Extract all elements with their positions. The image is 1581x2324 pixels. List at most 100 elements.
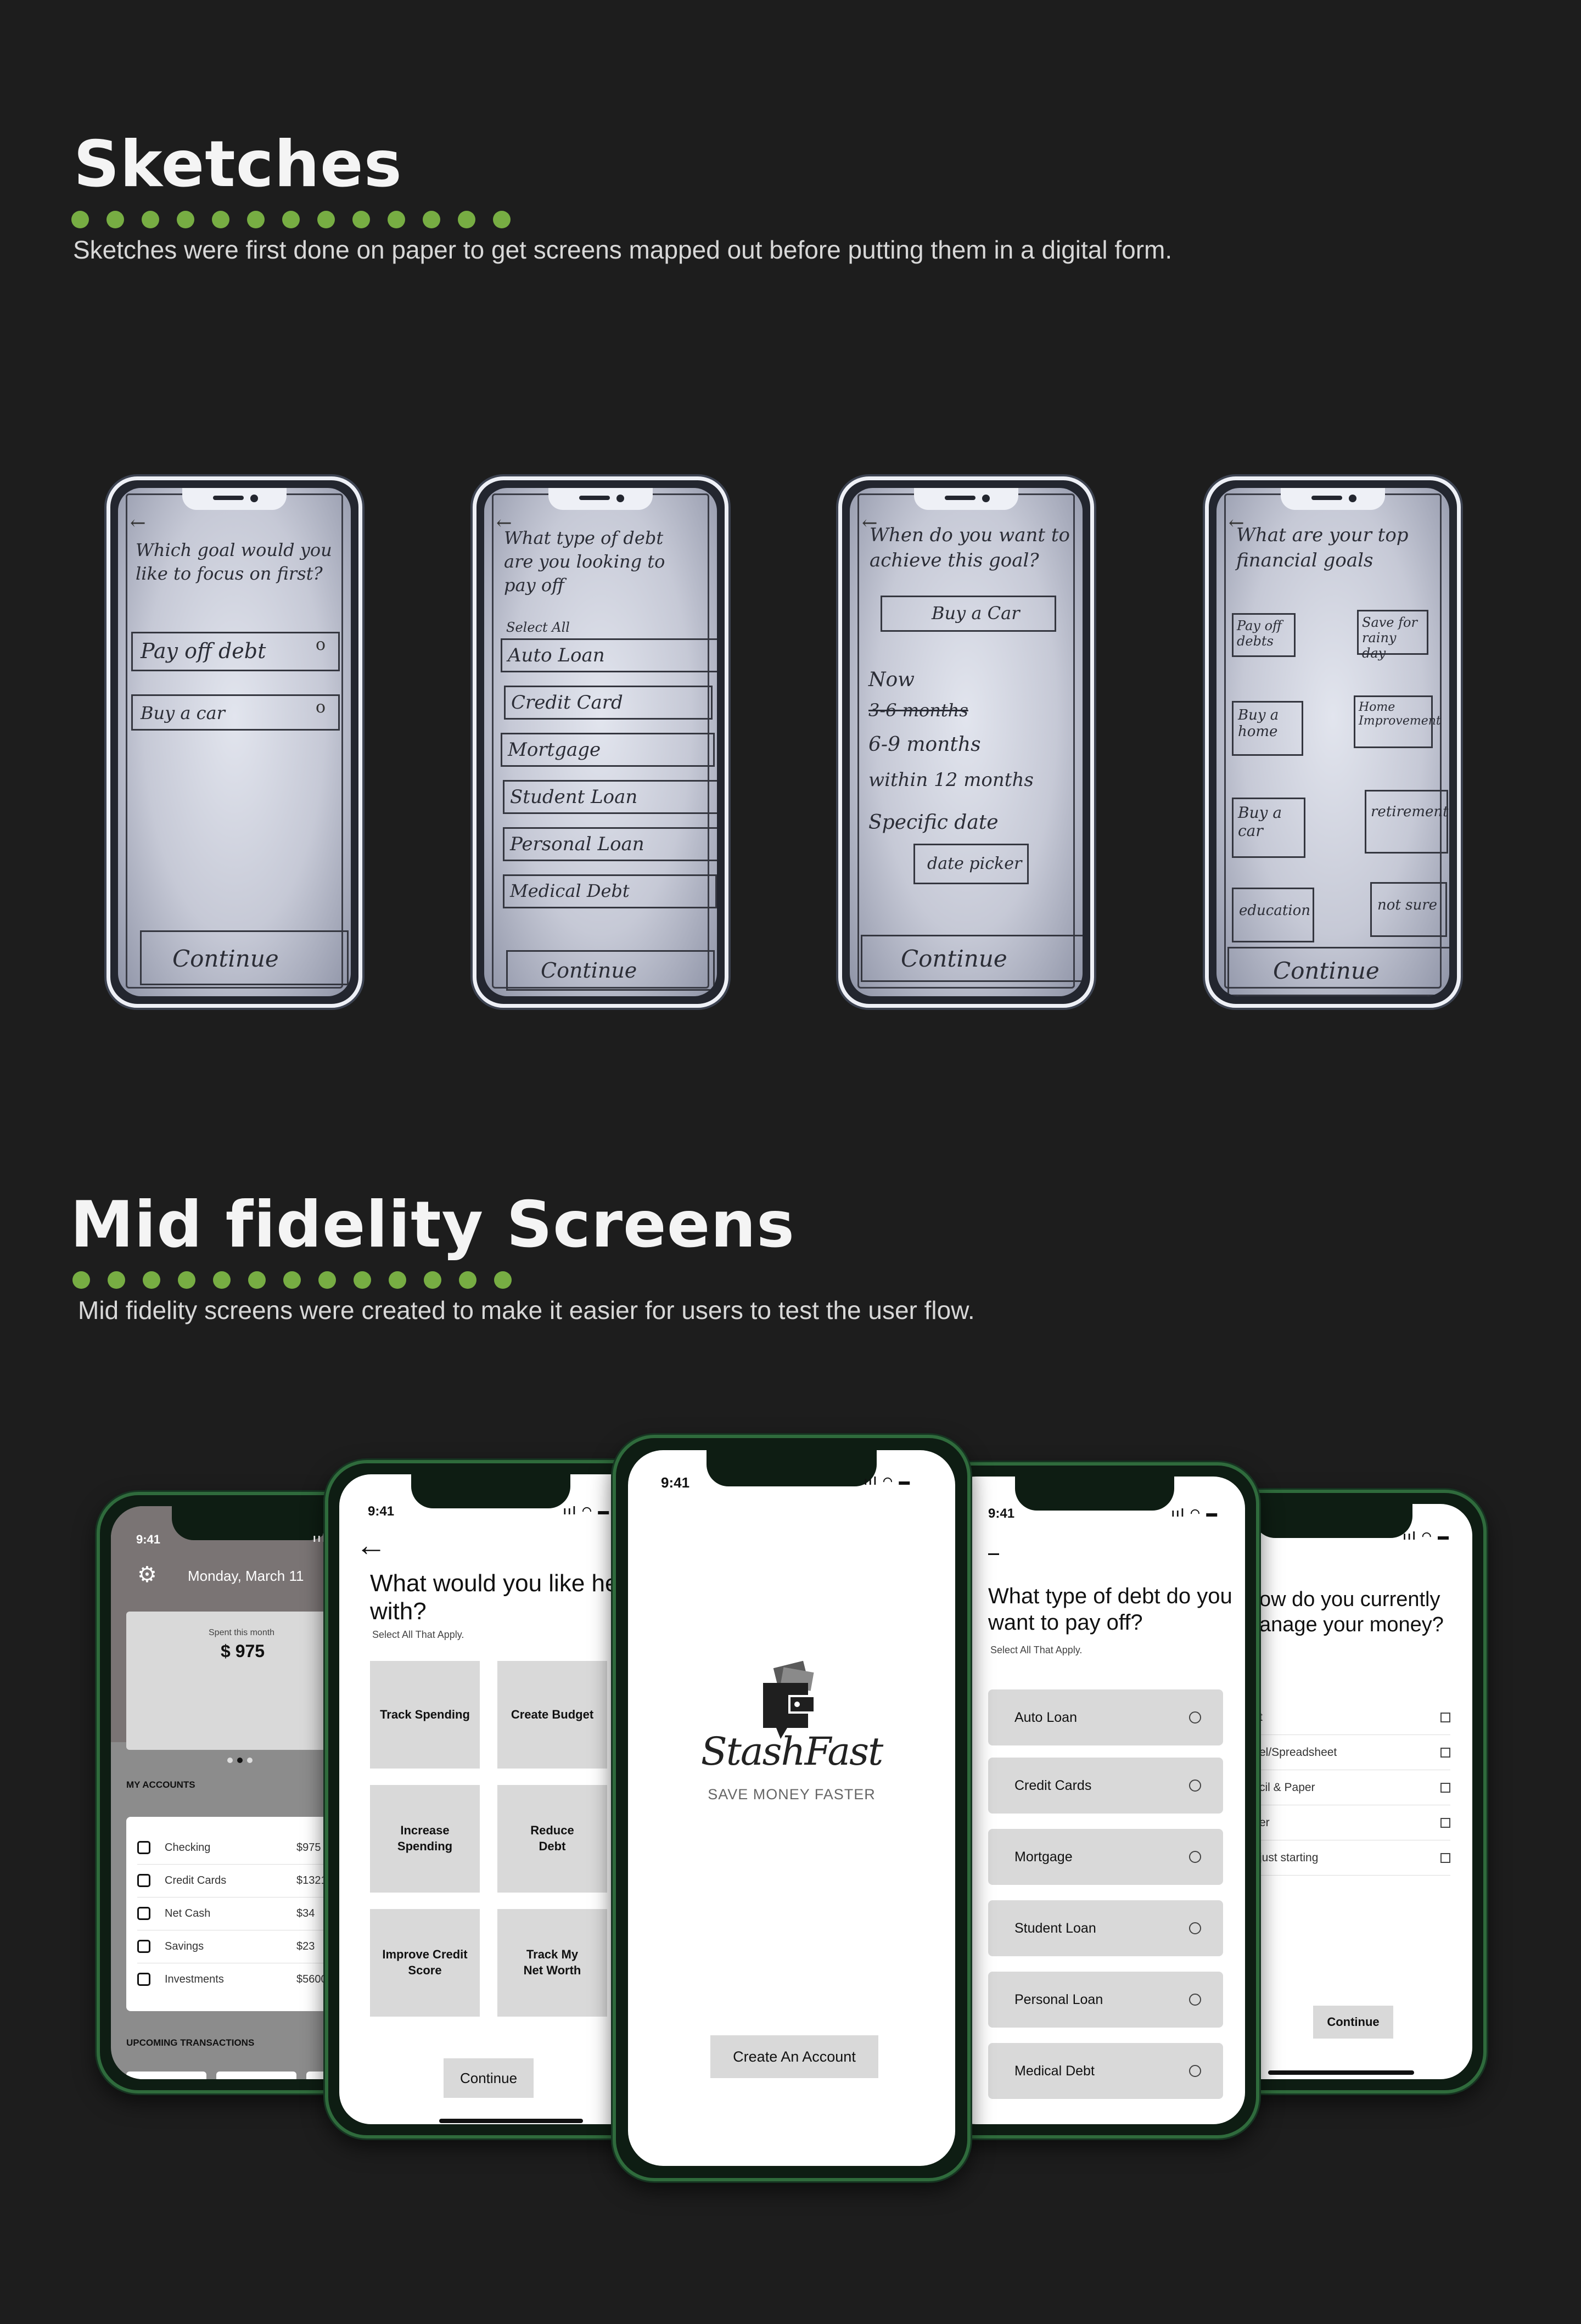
divider-dot: [389, 1271, 406, 1289]
phone-notch: [1281, 488, 1385, 510]
divider-dot: [72, 1271, 90, 1289]
option-label: el/Spreadsheet: [1259, 1746, 1337, 1759]
divider-dot: [247, 211, 265, 228]
goal-label: Buy a Car: [932, 603, 1020, 624]
sketch-timeframe: Specific date: [868, 811, 999, 834]
sketch-goal-button: Buy a Car: [881, 596, 1056, 632]
option-label: Auto Loan: [1014, 1709, 1077, 1725]
account-value: $975: [296, 1841, 321, 1854]
help-option-tile[interactable]: Increase Spending: [370, 1785, 480, 1893]
goal-label: Buy a home: [1238, 707, 1279, 740]
divider-dot: [459, 1271, 476, 1289]
goal-label: not sure: [1377, 897, 1438, 913]
manage-option[interactable]: er: [1259, 1806, 1450, 1840]
back-dash-icon[interactable]: [988, 1553, 999, 1555]
sketch-continue: Continue: [861, 935, 1083, 982]
sketch-goal-tile: Buy a car: [1232, 798, 1305, 858]
debt-option[interactable]: Mortgage: [988, 1829, 1223, 1885]
divider-dot: [106, 211, 124, 228]
sketch-phone-timeframe: ← When do you want to achieve this goal?…: [838, 476, 1094, 1008]
manage-option[interactable]: just starting: [1259, 1841, 1450, 1876]
sketch-goal-tile: education: [1232, 888, 1314, 942]
divider-dot: [388, 211, 405, 228]
help-option-tile[interactable]: Track Spending: [370, 1661, 480, 1769]
phone-notch: [1253, 1504, 1412, 1538]
phone-notch: [548, 488, 653, 510]
debt-question: What type of debt do you want to pay off…: [988, 1584, 1232, 1635]
radio-circle-icon[interactable]: [1189, 1994, 1201, 2006]
sketch-goal-tile: Home Improvement: [1354, 695, 1441, 748]
logo-tagline: SAVE MONEY FASTER: [708, 1786, 876, 1803]
sketch-goal-tile: not sure: [1370, 882, 1447, 937]
continue-button[interactable]: Continue: [444, 2058, 534, 2098]
option-label: Mortgage: [1014, 1849, 1073, 1865]
sketch-option: Buy a car: [131, 694, 340, 731]
checkbox[interactable]: [1440, 1818, 1450, 1828]
manage-option[interactable]: t: [1259, 1700, 1450, 1735]
help-option-tile[interactable]: Improve Credit Score: [370, 1909, 480, 2017]
account-value: $34: [296, 1907, 315, 1919]
home-indicator: [1268, 2070, 1414, 2075]
divider-dot: [354, 1271, 371, 1289]
radio-circle-icon[interactable]: [1189, 1711, 1201, 1724]
debt-option[interactable]: Personal Loan: [988, 1972, 1223, 2028]
divider-dot: [318, 1271, 336, 1289]
sketch-goal-tile: Buy a home: [1232, 701, 1303, 756]
manage-option[interactable]: el/Spreadsheet: [1259, 1736, 1450, 1770]
account-value: $5600: [296, 1973, 327, 1985]
checkbox[interactable]: [1440, 1713, 1450, 1722]
divider-dot: [142, 211, 159, 228]
divider-dot: [248, 1271, 266, 1289]
signal-wifi-battery-icon: ııl ◠ ▬: [864, 1475, 912, 1487]
help-option-tile[interactable]: Create Budget: [497, 1661, 607, 1769]
sketch-option: Student Loan: [503, 780, 717, 814]
account-icon: [137, 1907, 150, 1920]
continue-label: Continue: [1273, 957, 1380, 984]
create-account-button[interactable]: Create An Account: [710, 2035, 878, 2078]
option-label: Medical Debt: [510, 880, 630, 901]
sketch-option: Credit Card: [504, 686, 713, 720]
radio-circle-icon[interactable]: [1189, 1780, 1201, 1792]
divider-dot: [212, 211, 229, 228]
midfi-phone-splash: 9:41 ııl ◠ ▬ StashFast SAVE MONEY FASTER…: [613, 1435, 971, 2181]
midfi-title: Mid fidelity Screens: [70, 1188, 795, 1262]
gear-icon[interactable]: ⚙: [137, 1562, 157, 1587]
transaction-card[interactable]: [126, 2072, 206, 2079]
continue-label: Continue: [172, 945, 279, 972]
help-option-tile[interactable]: Track My Net Worth: [497, 1909, 607, 2017]
checkbox[interactable]: [1440, 1748, 1450, 1758]
account-icon: [137, 1940, 150, 1953]
checkbox[interactable]: [1440, 1853, 1450, 1863]
debt-option[interactable]: Auto Loan: [988, 1689, 1223, 1745]
debt-option[interactable]: Credit Cards: [988, 1758, 1223, 1814]
help-option-tile[interactable]: Reduce Debt: [497, 1785, 607, 1893]
signal-wifi-battery-icon: ııl ◠ ▬: [1403, 1530, 1450, 1542]
debt-option[interactable]: Student Loan: [988, 1900, 1223, 1956]
account-icon: [137, 1841, 150, 1854]
goal-label: Pay off debts: [1237, 618, 1282, 649]
sketch-date-picker: date picker: [913, 844, 1029, 884]
sketch-screen: ← What type of debt are you looking to p…: [484, 488, 717, 996]
continue-button[interactable]: Continue: [1313, 2006, 1393, 2039]
spent-label: Spent this month: [209, 1628, 275, 1637]
divider-dot: [213, 1271, 231, 1289]
radio-circle-icon[interactable]: [1189, 1851, 1201, 1863]
divider-dot: [71, 211, 89, 228]
home-indicator: [439, 2119, 583, 2123]
checkbox[interactable]: [1440, 1783, 1450, 1793]
radio-circle-icon[interactable]: [1189, 1922, 1201, 1934]
radio-circle-icon[interactable]: [1189, 2065, 1201, 2077]
debt-option[interactable]: Medical Debt: [988, 2043, 1223, 2099]
divider-dot: [108, 1271, 125, 1289]
phone-notch: [182, 488, 287, 510]
account-icon: [137, 1874, 150, 1887]
sketch-option: Mortgage: [501, 733, 715, 767]
option-label: just starting: [1259, 1851, 1319, 1864]
continue-label: Continue: [541, 958, 637, 983]
transaction-card[interactable]: [216, 2072, 296, 2079]
manage-option[interactable]: cil & Paper: [1259, 1771, 1450, 1805]
sketch-phone-goal: ← Which goal would you like to focus on …: [106, 476, 362, 1008]
account-name: Savings: [165, 1940, 204, 1952]
status-time: 9:41: [368, 1504, 395, 1519]
back-arrow-icon[interactable]: ←: [356, 1527, 386, 1563]
